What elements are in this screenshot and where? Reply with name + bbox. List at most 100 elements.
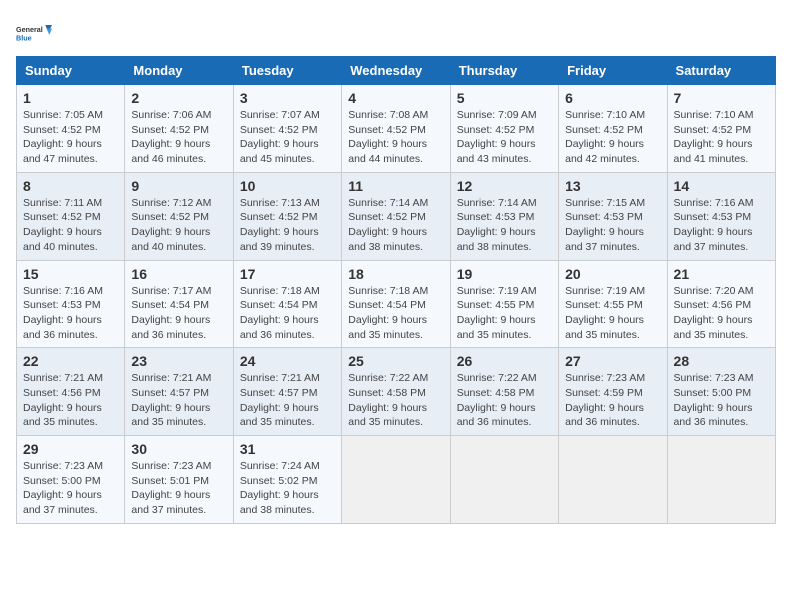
sunset-label: Sunset: 4:53 PM bbox=[23, 299, 101, 311]
calendar-cell: 14Sunrise: 7:16 AMSunset: 4:53 PMDayligh… bbox=[667, 172, 775, 260]
day-number: 17 bbox=[240, 266, 335, 282]
sunrise-label: Sunrise: 7:21 AM bbox=[23, 372, 103, 384]
weekday-header: Sunday bbox=[17, 57, 125, 85]
calendar-header-row: SundayMondayTuesdayWednesdayThursdayFrid… bbox=[17, 57, 776, 85]
sunset-label: Sunset: 4:52 PM bbox=[240, 211, 318, 223]
calendar-cell bbox=[667, 436, 775, 524]
sunrise-label: Sunrise: 7:16 AM bbox=[23, 285, 103, 297]
day-number: 21 bbox=[674, 266, 769, 282]
sunset-label: Sunset: 4:52 PM bbox=[131, 211, 209, 223]
day-number: 3 bbox=[240, 90, 335, 106]
day-detail: Sunrise: 7:20 AMSunset: 4:56 PMDaylight:… bbox=[674, 284, 769, 343]
day-number: 29 bbox=[23, 441, 118, 457]
day-number: 25 bbox=[348, 353, 443, 369]
sunset-label: Sunset: 4:53 PM bbox=[565, 211, 643, 223]
calendar-cell: 18 Sunrise: 7:18 AMSunset: 4:54 PMDayligh… bbox=[342, 260, 450, 348]
calendar-cell bbox=[559, 436, 667, 524]
sunset-label: Sunset: 4:56 PM bbox=[23, 387, 101, 399]
calendar-cell bbox=[342, 436, 450, 524]
daylight-label: Daylight: 9 hours and 36 minutes. bbox=[240, 314, 319, 341]
calendar-cell: 4Sunrise: 7:08 AMSunset: 4:52 PMDaylight… bbox=[342, 85, 450, 173]
svg-text:General: General bbox=[16, 25, 43, 34]
day-number: 6 bbox=[565, 90, 660, 106]
sunset-label: Sunset: 4:52 PM bbox=[240, 124, 318, 136]
day-number: 19 bbox=[457, 266, 552, 282]
calendar-cell: 6Sunrise: 7:10 AMSunset: 4:52 PMDaylight… bbox=[559, 85, 667, 173]
day-number: 7 bbox=[674, 90, 769, 106]
calendar-cell: 27Sunrise: 7:23 AMSunset: 4:59 PMDayligh… bbox=[559, 348, 667, 436]
sunset-label: Sunset: 4:52 PM bbox=[674, 124, 752, 136]
daylight-label: Daylight: 9 hours and 43 minutes. bbox=[457, 138, 536, 165]
weekday-header: Friday bbox=[559, 57, 667, 85]
weekday-header: Monday bbox=[125, 57, 233, 85]
daylight-label: Daylight: 9 hours and 36 minutes. bbox=[565, 402, 644, 429]
day-detail: Sunrise: 7:07 AMSunset: 4:52 PMDaylight:… bbox=[240, 108, 335, 167]
day-number: 10 bbox=[240, 178, 335, 194]
day-detail: Sunrise: 7:08 AMSunset: 4:52 PMDaylight:… bbox=[348, 108, 443, 167]
day-number: 18 bbox=[348, 266, 443, 282]
daylight-label: Daylight: 9 hours and 38 minutes. bbox=[240, 489, 319, 516]
sunrise-label: Sunrise: 7:22 AM bbox=[457, 372, 537, 384]
daylight-label: Daylight: 9 hours and 36 minutes. bbox=[23, 314, 102, 341]
sunset-label: Sunset: 4:59 PM bbox=[565, 387, 643, 399]
sunset-label: Sunset: 5:00 PM bbox=[674, 387, 752, 399]
sunrise-label: Sunrise: 7:10 AM bbox=[674, 109, 754, 121]
day-detail: Sunrise: 7:18 AMSunset: 4:54 PMDaylight:… bbox=[348, 284, 443, 343]
sunset-label: Sunset: 4:58 PM bbox=[348, 387, 426, 399]
day-detail: Sunrise: 7:22 AMSunset: 4:58 PMDaylight:… bbox=[348, 371, 443, 430]
calendar-cell: 25 Sunrise: 7:22 AMSunset: 4:58 PMDayligh… bbox=[342, 348, 450, 436]
sunset-label: Sunset: 4:52 PM bbox=[457, 124, 535, 136]
daylight-label: Daylight: 9 hours and 46 minutes. bbox=[131, 138, 210, 165]
daylight-label: Daylight: 9 hours and 35 minutes. bbox=[565, 314, 644, 341]
calendar-cell: 5Sunrise: 7:09 AMSunset: 4:52 PMDaylight… bbox=[450, 85, 558, 173]
calendar-cell: 28Sunrise: 7:23 AMSunset: 5:00 PMDayligh… bbox=[667, 348, 775, 436]
sunset-label: Sunset: 4:57 PM bbox=[131, 387, 209, 399]
daylight-label: Daylight: 9 hours and 37 minutes. bbox=[131, 489, 210, 516]
calendar-cell: 11Sunrise: 7:14 AMSunset: 4:52 PMDayligh… bbox=[342, 172, 450, 260]
day-number: 16 bbox=[131, 266, 226, 282]
daylight-label: Daylight: 9 hours and 35 minutes. bbox=[348, 402, 427, 429]
sunset-label: Sunset: 5:02 PM bbox=[240, 475, 318, 487]
day-number: 9 bbox=[131, 178, 226, 194]
sunrise-label: Sunrise: 7:17 AM bbox=[131, 285, 211, 297]
sunrise-label: Sunrise: 7:19 AM bbox=[457, 285, 537, 297]
sunset-label: Sunset: 4:52 PM bbox=[131, 124, 209, 136]
day-number: 30 bbox=[131, 441, 226, 457]
daylight-label: Daylight: 9 hours and 38 minutes. bbox=[457, 226, 536, 253]
daylight-label: Daylight: 9 hours and 40 minutes. bbox=[131, 226, 210, 253]
logo-icon: GeneralBlue bbox=[16, 16, 52, 52]
calendar-cell: 26Sunrise: 7:22 AMSunset: 4:58 PMDayligh… bbox=[450, 348, 558, 436]
day-number: 24 bbox=[240, 353, 335, 369]
day-detail: Sunrise: 7:21 AMSunset: 4:57 PMDaylight:… bbox=[131, 371, 226, 430]
daylight-label: Daylight: 9 hours and 35 minutes. bbox=[23, 402, 102, 429]
sunset-label: Sunset: 4:52 PM bbox=[348, 124, 426, 136]
day-number: 26 bbox=[457, 353, 552, 369]
day-detail: Sunrise: 7:10 AMSunset: 4:52 PMDaylight:… bbox=[674, 108, 769, 167]
day-detail: Sunrise: 7:15 AMSunset: 4:53 PMDaylight:… bbox=[565, 196, 660, 255]
calendar-week-row: 1Sunrise: 7:05 AMSunset: 4:52 PMDaylight… bbox=[17, 85, 776, 173]
day-detail: Sunrise: 7:12 AMSunset: 4:52 PMDaylight:… bbox=[131, 196, 226, 255]
day-detail: Sunrise: 7:18 AMSunset: 4:54 PMDaylight:… bbox=[240, 284, 335, 343]
daylight-label: Daylight: 9 hours and 36 minutes. bbox=[674, 402, 753, 429]
calendar-cell: 7Sunrise: 7:10 AMSunset: 4:52 PMDaylight… bbox=[667, 85, 775, 173]
calendar-cell: 1Sunrise: 7:05 AMSunset: 4:52 PMDaylight… bbox=[17, 85, 125, 173]
day-number: 22 bbox=[23, 353, 118, 369]
day-detail: Sunrise: 7:19 AMSunset: 4:55 PMDaylight:… bbox=[457, 284, 552, 343]
sunset-label: Sunset: 4:53 PM bbox=[674, 211, 752, 223]
day-number: 5 bbox=[457, 90, 552, 106]
calendar-cell: 3 Sunrise: 7:07 AMSunset: 4:52 PMDaylight… bbox=[233, 85, 341, 173]
day-detail: Sunrise: 7:05 AMSunset: 4:52 PMDaylight:… bbox=[23, 108, 118, 167]
day-number: 2 bbox=[131, 90, 226, 106]
day-detail: Sunrise: 7:23 AMSunset: 5:00 PMDaylight:… bbox=[23, 459, 118, 518]
weekday-header: Saturday bbox=[667, 57, 775, 85]
sunset-label: Sunset: 4:58 PM bbox=[457, 387, 535, 399]
calendar-cell: 8Sunrise: 7:11 AMSunset: 4:52 PMDaylight… bbox=[17, 172, 125, 260]
calendar-cell: 10Sunrise: 7:13 AMSunset: 4:52 PMDayligh… bbox=[233, 172, 341, 260]
sunrise-label: Sunrise: 7:11 AM bbox=[23, 197, 102, 209]
calendar-cell: 20Sunrise: 7:19 AMSunset: 4:55 PMDayligh… bbox=[559, 260, 667, 348]
daylight-label: Daylight: 9 hours and 37 minutes. bbox=[565, 226, 644, 253]
calendar-week-row: 8Sunrise: 7:11 AMSunset: 4:52 PMDaylight… bbox=[17, 172, 776, 260]
calendar-table: SundayMondayTuesdayWednesdayThursdayFrid… bbox=[16, 56, 776, 524]
calendar-cell: 16Sunrise: 7:17 AMSunset: 4:54 PMDayligh… bbox=[125, 260, 233, 348]
daylight-label: Daylight: 9 hours and 35 minutes. bbox=[131, 402, 210, 429]
